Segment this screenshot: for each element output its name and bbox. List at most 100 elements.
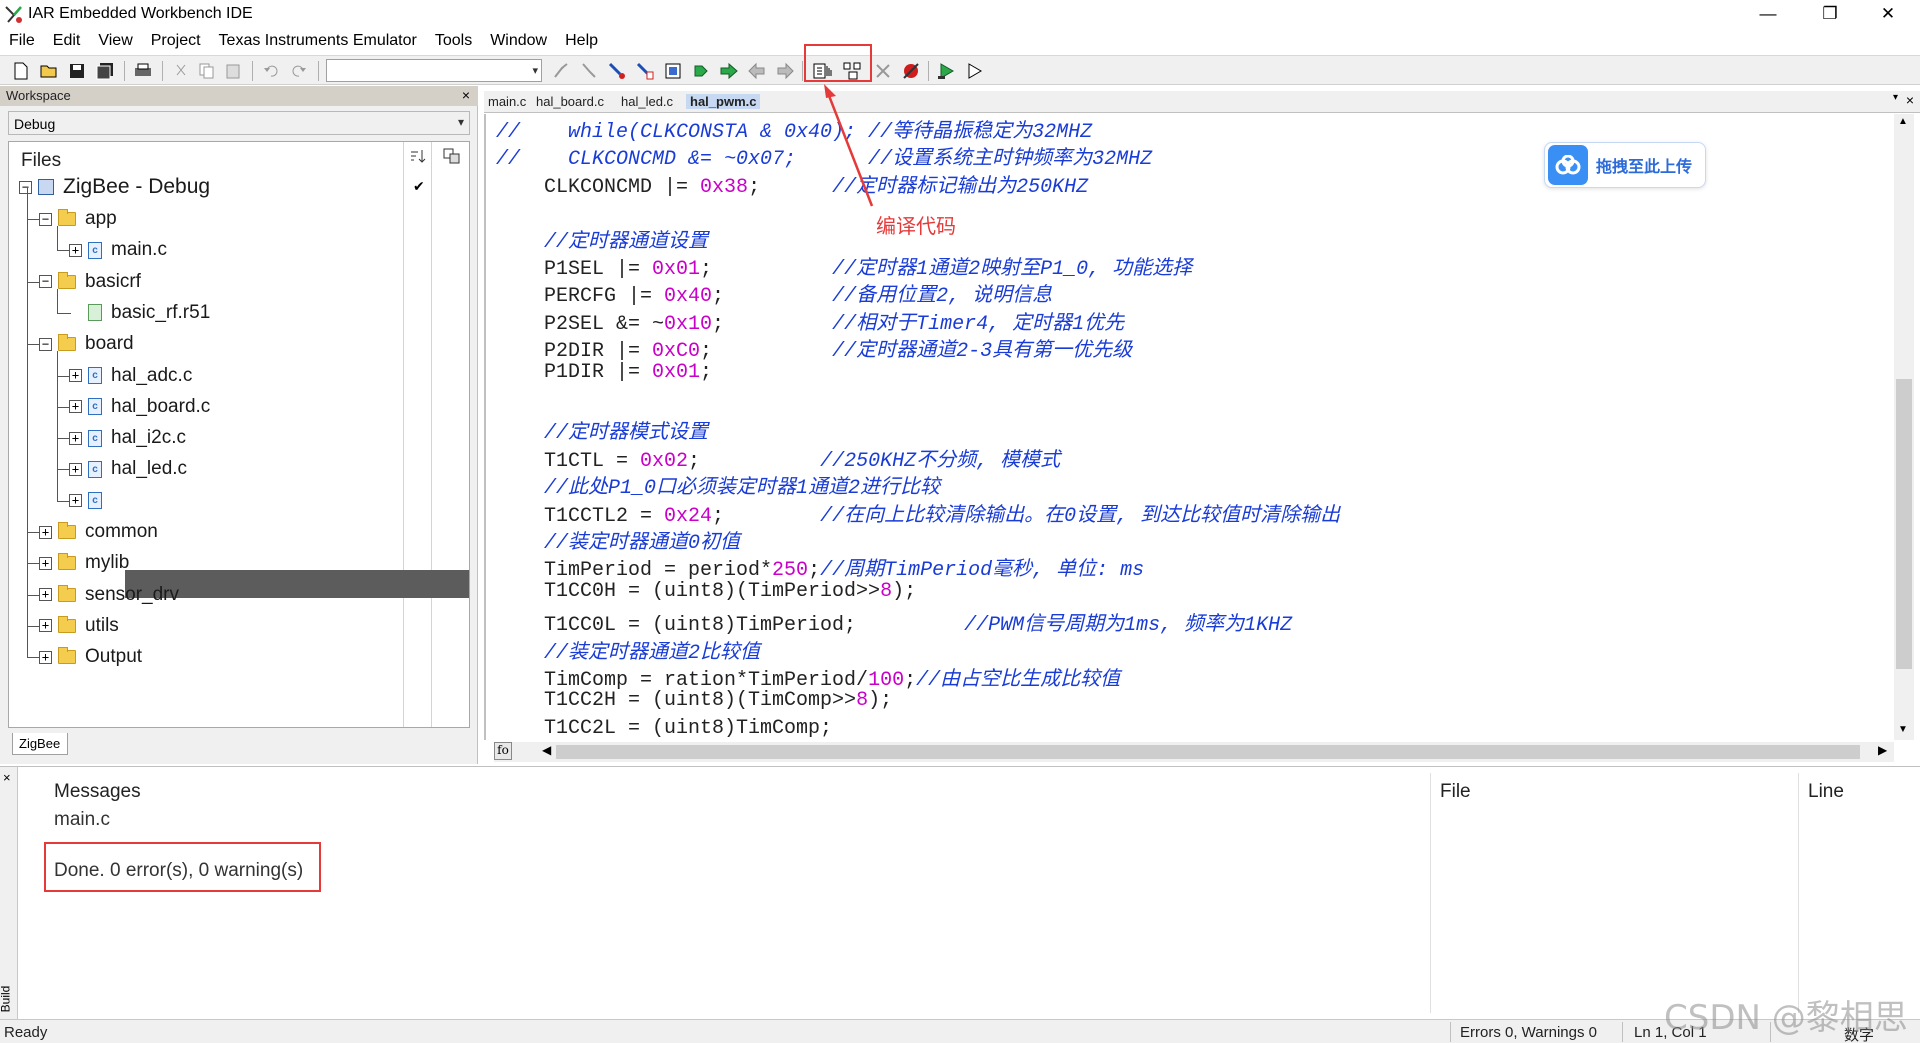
workspace-tab-zigbee[interactable]: ZigBee — [12, 733, 68, 755]
messages-column-header[interactable]: Messages — [54, 781, 141, 803]
find-in-files-icon[interactable] — [634, 60, 656, 82]
menu-view[interactable]: View — [89, 32, 141, 50]
tab-hal-led-c[interactable]: hal_led.c — [621, 94, 673, 109]
tree-item-common[interactable]: + common — [39, 519, 161, 545]
upload-button[interactable]: 拖拽至此上传 — [1544, 142, 1706, 188]
menu-help[interactable]: Help — [556, 32, 607, 50]
configuration-select[interactable]: Debug ▾ — [8, 111, 470, 135]
next-bookmark-icon[interactable] — [690, 60, 712, 82]
scroll-up-icon[interactable]: ▲ — [1898, 116, 1908, 127]
tree-item-hal-i2c-c[interactable]: + c hal_i2c.c — [69, 425, 189, 451]
tab-hal-pwm-c[interactable]: hal_pwm.c — [686, 94, 761, 109]
folder-icon — [58, 553, 76, 571]
tree-item-app[interactable]: − app — [39, 206, 120, 232]
goto-next-icon[interactable] — [718, 60, 740, 82]
tab-hal-board-c[interactable]: hal_board.c — [536, 94, 604, 109]
menu-file[interactable]: File — [0, 32, 44, 50]
menu-window[interactable]: Window — [481, 32, 556, 50]
expand-icon[interactable]: + — [69, 243, 82, 257]
download-and-debug-icon[interactable] — [936, 60, 958, 82]
tree-item-basic-rf-r51[interactable]: basic_rf.r51 — [69, 300, 213, 326]
tree-item-hal-board-c[interactable]: + c hal_board.c — [69, 394, 213, 420]
tab-list-dropdown-icon[interactable]: ▾ — [1893, 92, 1898, 103]
tree-item-hal-adc-c[interactable]: + c hal_adc.c — [69, 363, 195, 389]
save-all-icon[interactable] — [94, 60, 116, 82]
expand-icon[interactable]: + — [69, 369, 82, 382]
nav-back-icon[interactable] — [746, 60, 768, 82]
toggle-breakpoint-icon[interactable] — [900, 60, 922, 82]
nav-forward-icon[interactable] — [774, 60, 796, 82]
save-icon[interactable] — [66, 60, 88, 82]
go-to-icon[interactable] — [606, 60, 628, 82]
code-editor[interactable]: // while(CLKCONSTA & 0x40); //等待晶振稳定为32M… — [484, 114, 1904, 740]
tree-item-hal-led-c[interactable]: + c hal_led.c — [69, 456, 190, 482]
fold-icon[interactable]: fo — [494, 742, 512, 760]
workspace-header: Workspace × — [0, 86, 478, 106]
line-column-header[interactable]: Line — [1808, 781, 1844, 803]
debug-without-download-icon[interactable] — [964, 60, 986, 82]
expand-icon[interactable]: + — [69, 462, 82, 476]
scroll-down-icon[interactable]: ▼ — [1898, 724, 1908, 735]
minimize-button[interactable]: — — [1740, 0, 1796, 28]
menu-tools[interactable]: Tools — [426, 32, 481, 50]
watermark: CSDN @黎相思 — [1664, 998, 1908, 1038]
tree-item-sensor-drv[interactable]: + sensor_drv — [39, 582, 182, 608]
cut-icon[interactable] — [170, 60, 192, 82]
close-tab-icon[interactable]: × — [1906, 92, 1914, 108]
undo-icon[interactable] — [260, 60, 282, 82]
close-window-button[interactable]: ✕ — [1860, 0, 1916, 28]
new-file-icon[interactable] — [10, 60, 32, 82]
paste-icon[interactable] — [222, 60, 244, 82]
code-line: //此处P1_0口必须装定时器1通道2进行比较 — [544, 477, 941, 501]
tree-item-utils[interactable]: + utils — [39, 613, 122, 639]
expand-icon[interactable]: + — [69, 494, 82, 508]
expand-icon[interactable]: + — [69, 400, 82, 414]
collapse-icon[interactable]: − — [19, 180, 32, 194]
sort-icon[interactable] — [409, 148, 427, 169]
tab-main-c[interactable]: main.c — [488, 94, 526, 109]
tree-item-label: main.c — [111, 239, 167, 261]
expand-icon[interactable]: + — [69, 431, 82, 445]
file-column-header[interactable]: File — [1440, 781, 1471, 803]
build-tab-label[interactable]: Build — [0, 986, 12, 1013]
expand-icon[interactable]: + — [39, 525, 52, 539]
tree-item-hal-pwm-c[interactable]: + c hal_pwm.c — [69, 488, 205, 514]
redo-icon[interactable] — [288, 60, 310, 82]
find-combo[interactable]: ▾ — [326, 59, 542, 82]
menu-ti-emulator[interactable]: Texas Instruments Emulator — [210, 32, 426, 50]
horizontal-scroll-thumb[interactable] — [556, 745, 1860, 759]
expand-icon[interactable]: + — [39, 556, 52, 570]
menu-project[interactable]: Project — [142, 32, 210, 50]
scroll-right-icon[interactable]: ▶ — [1878, 743, 1887, 757]
tree-item-basicrf[interactable]: − basicrf — [39, 269, 144, 295]
restore-button[interactable]: ❐ — [1802, 0, 1858, 28]
menu-edit[interactable]: Edit — [44, 32, 90, 50]
options-icon[interactable] — [443, 148, 461, 169]
tree-item-main-c[interactable]: + c main.c — [69, 237, 170, 263]
print-icon[interactable] — [132, 60, 154, 82]
project-node[interactable]: − ZigBee - Debug — [19, 174, 213, 200]
build-close-icon[interactable]: × — [3, 770, 11, 785]
workspace-close-icon[interactable]: × — [462, 87, 470, 103]
annotation-label: 编译代码 — [876, 216, 956, 238]
tree-item-output[interactable]: + Output — [39, 644, 145, 670]
find-next-icon[interactable] — [550, 60, 572, 82]
scroll-left-icon[interactable]: ◀ — [542, 743, 551, 757]
find-prev-icon[interactable] — [578, 60, 600, 82]
collapse-icon[interactable]: − — [39, 275, 52, 289]
open-folder-icon[interactable] — [38, 60, 60, 82]
tree-item-board[interactable]: − board — [39, 331, 137, 357]
collapse-icon[interactable]: − — [39, 212, 52, 226]
vertical-scroll-thumb[interactable] — [1896, 379, 1912, 669]
collapse-icon[interactable]: − — [39, 337, 52, 351]
expand-icon[interactable]: + — [39, 619, 52, 633]
tree-item-mylib[interactable]: + mylib — [39, 550, 132, 576]
copy-icon[interactable] — [196, 60, 218, 82]
stop-build-icon[interactable] — [872, 60, 894, 82]
bookmark-icon[interactable] — [662, 60, 684, 82]
build-message-row[interactable]: main.c — [54, 809, 110, 831]
expand-icon[interactable]: + — [39, 650, 52, 664]
expand-icon[interactable]: + — [39, 588, 52, 602]
editor-vertical-scrollbar[interactable]: ▲ ▼ — [1894, 114, 1914, 740]
editor-horizontal-scrollbar[interactable]: fo ◀ ▶ — [494, 742, 1894, 762]
